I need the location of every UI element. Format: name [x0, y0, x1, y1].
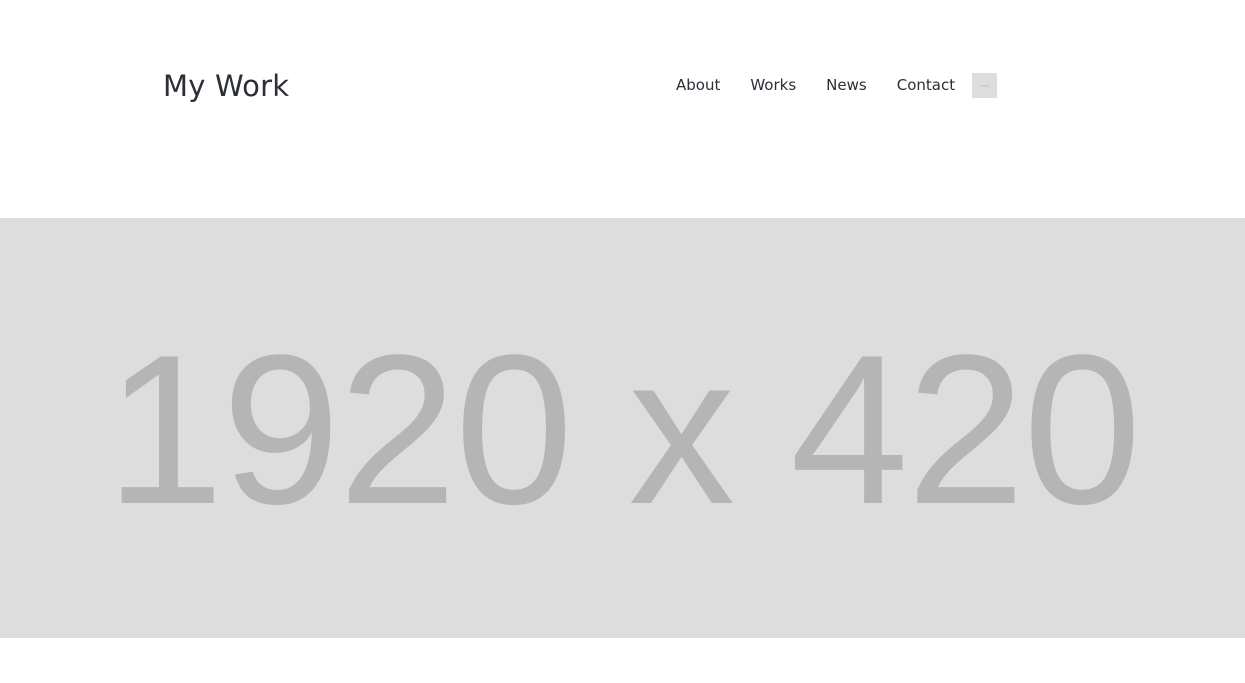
hero-banner-image: 1920 x 420 — [0, 218, 1245, 638]
site-title[interactable]: My Work — [163, 66, 289, 106]
hero-placeholder-label: 1920 x 420 — [105, 311, 1141, 549]
nav-link-works[interactable]: Works — [750, 75, 796, 95]
nav-thumbnail-image[interactable]: 25x25 — [972, 73, 997, 98]
site-header: My Work About Works News Contact 25x25 — [0, 0, 1245, 218]
nav-link-contact[interactable]: Contact — [897, 75, 955, 95]
main-nav: About Works News Contact — [676, 74, 955, 96]
thumbnail-placeholder-label: 25x25 — [979, 83, 990, 88]
nav-link-news[interactable]: News — [826, 75, 867, 95]
nav-link-about[interactable]: About — [676, 75, 720, 95]
